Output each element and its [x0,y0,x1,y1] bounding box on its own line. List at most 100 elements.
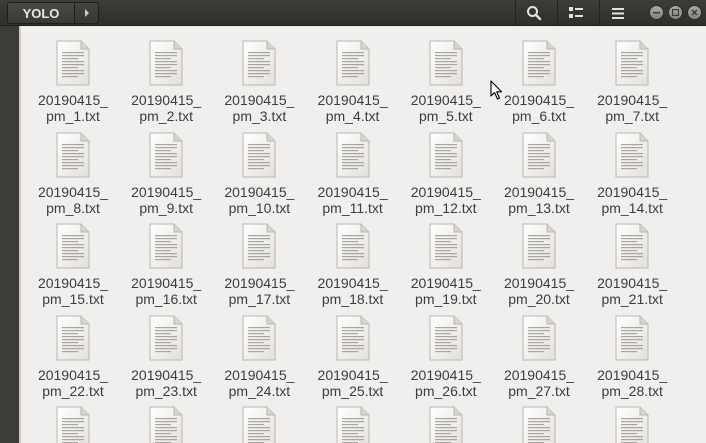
file-item[interactable]: 20190415_ pm_14.txt [586,132,678,216]
text-file-icon [242,406,276,443]
file-name: 20190415_ pm_28.txt [597,366,668,399]
file-item[interactable]: 20190415_ pm_23.txt [120,315,212,399]
file-item[interactable]: 20190415_ pm_16.txt [120,223,212,307]
text-file-icon [522,406,556,443]
mouse-pointer-icon [490,80,503,100]
file-item[interactable] [586,406,678,443]
text-file-icon [429,132,463,177]
text-file-icon [56,315,90,360]
file-name: 20190415_ pm_24.txt [224,366,295,399]
file-name: 20190415_ pm_7.txt [597,92,668,124]
file-item[interactable] [493,406,585,443]
file-item[interactable] [400,406,492,443]
close-icon [691,9,698,16]
file-item[interactable]: 20190415_ pm_26.txt [400,315,492,399]
maximize-icon [672,9,679,16]
file-item[interactable]: 20190415_ pm_24.txt [213,315,305,399]
file-name: 20190415_ pm_13.txt [503,183,575,216]
file-item[interactable]: 20190415_ pm_21.txt [586,223,678,307]
file-name: 20190415_ pm_1.txt [37,92,109,124]
file-name: 20190415_ pm_16.txt [131,275,202,307]
view-toggle-button[interactable] [557,0,593,26]
file-item[interactable]: 20190415_ pm_22.txt [27,315,119,399]
header-bar: YOLO [0,0,706,26]
file-item[interactable]: 20190415_ pm_17.txt [213,223,305,307]
minimize-button[interactable] [649,5,664,20]
file-name: 20190415_ pm_21.txt [597,275,668,307]
text-file-icon [149,223,183,269]
file-item[interactable]: 20190415_ pm_9.txt [120,132,212,216]
text-file-icon [429,223,463,269]
file-item[interactable]: 20190415_ pm_11.txt [307,132,399,216]
minimize-icon [653,12,660,14]
path-breadcrumb-yolo[interactable]: YOLO [7,2,75,24]
view-toggle-icon [568,7,583,18]
text-file-icon [615,132,649,177]
text-file-icon [336,132,370,177]
text-file-icon [242,40,276,86]
text-file-icon [522,40,556,86]
file-item[interactable]: 20190415_ pm_10.txt [213,132,305,216]
text-file-icon [615,315,649,360]
text-file-icon [336,223,370,269]
file-name: 20190415_ pm_3.txt [224,92,295,124]
file-name: 20190415_ pm_8.txt [37,183,109,216]
chevron-right-icon [84,9,89,17]
text-file-icon [149,132,183,177]
file-name: 20190415_ pm_23.txt [131,366,202,399]
file-item[interactable]: 20190415_ pm_27.txt [493,315,585,399]
file-name: 20190415_ pm_11.txt [317,183,388,216]
text-file-icon [56,132,90,177]
file-item[interactable]: 20190415_ pm_4.txt [307,40,399,124]
file-name: 20190415_ pm_2.txt [131,92,202,124]
file-name: 20190415_ pm_6.txt [503,92,575,124]
file-item[interactable]: 20190415_ pm_19.txt [400,223,492,307]
breadcrumb-label: YOLO [22,5,60,21]
text-file-icon [56,40,90,86]
file-name: 20190415_ pm_27.txt [503,366,575,399]
menu-icon [611,7,624,19]
file-name: 20190415_ pm_17.txt [224,275,295,307]
sidebar-strip [0,26,19,443]
text-file-icon [615,223,649,269]
file-item[interactable]: 20190415_ pm_13.txt [493,132,585,216]
search-icon [526,6,541,21]
file-item[interactable]: 20190415_ pm_15.txt [27,223,119,307]
file-item[interactable]: 20190415_ pm_12.txt [400,132,492,216]
text-file-icon [429,315,463,360]
maximize-button[interactable] [668,5,683,20]
file-name: 20190415_ pm_26.txt [410,366,481,399]
file-item[interactable]: 20190415_ pm_18.txt [307,223,399,307]
text-file-icon [522,315,556,360]
file-item[interactable]: 20190415_ pm_6.txt [493,40,585,124]
text-file-icon [429,40,463,86]
file-name: 20190415_ pm_22.txt [37,366,109,399]
file-item[interactable]: 20190415_ pm_28.txt [586,315,678,399]
file-item[interactable]: 20190415_ pm_1.txt [27,40,119,124]
text-file-icon [336,406,370,443]
text-file-icon [615,40,649,86]
file-name: 20190415_ pm_14.txt [597,183,668,216]
file-name: 20190415_ pm_20.txt [503,275,575,307]
file-item[interactable]: 20190415_ pm_20.txt [493,223,585,307]
file-item[interactable] [213,406,305,443]
search-button[interactable] [515,0,551,26]
file-item[interactable] [27,406,119,443]
menu-button[interactable] [599,0,635,26]
file-item[interactable] [307,406,399,443]
file-name: 20190415_ pm_4.txt [317,92,388,124]
file-name: 20190415_ pm_10.txt [224,183,295,216]
file-item[interactable]: 20190415_ pm_25.txt [307,315,399,399]
file-item[interactable]: 20190415_ pm_8.txt [27,132,119,216]
text-file-icon [149,406,183,443]
file-name: 20190415_ pm_15.txt [37,275,109,307]
text-file-icon [242,132,276,177]
file-name: 20190415_ pm_19.txt [410,275,481,307]
close-button[interactable] [687,5,702,20]
file-item[interactable]: 20190415_ pm_5.txt [400,40,492,124]
path-forward-button[interactable] [75,2,99,24]
file-item[interactable]: 20190415_ pm_2.txt [120,40,212,124]
file-item[interactable]: 20190415_ pm_3.txt [213,40,305,124]
file-item[interactable]: 20190415_ pm_7.txt [586,40,678,124]
file-item[interactable] [120,406,212,443]
